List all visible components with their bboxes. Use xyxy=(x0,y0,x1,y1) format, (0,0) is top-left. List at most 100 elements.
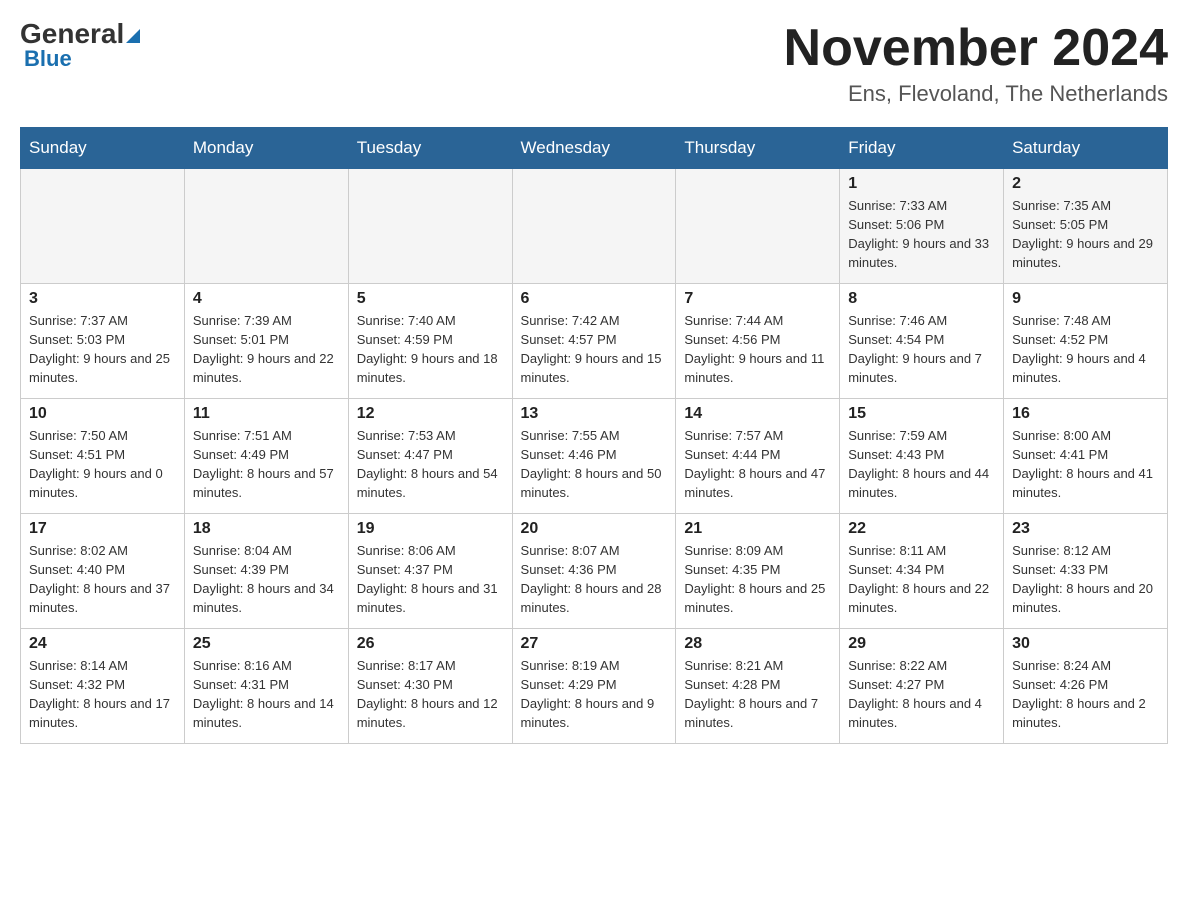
calendar-cell: 9 Sunrise: 7:48 AM Sunset: 4:52 PM Daylig… xyxy=(1004,284,1168,399)
calendar-cell: 8 Sunrise: 7:46 AM Sunset: 4:54 PM Daylig… xyxy=(840,284,1004,399)
day-info: Sunrise: 7:37 AM Sunset: 5:03 PM Dayligh… xyxy=(29,312,176,387)
day-number: 3 xyxy=(29,290,176,308)
calendar-cell: 27 Sunrise: 8:19 AM Sunset: 4:29 PM Dayli… xyxy=(512,629,676,744)
day-number: 11 xyxy=(193,405,340,423)
day-info: Sunrise: 8:11 AM Sunset: 4:34 PM Dayligh… xyxy=(848,542,995,617)
calendar-cell xyxy=(676,169,840,284)
calendar-week-4: 17 Sunrise: 8:02 AM Sunset: 4:40 PM Dayli… xyxy=(21,514,1168,629)
day-number: 19 xyxy=(357,520,504,538)
day-number: 6 xyxy=(521,290,668,308)
calendar-cell xyxy=(184,169,348,284)
day-number: 24 xyxy=(29,635,176,653)
logo: General Blue xyxy=(20,20,140,72)
day-info: Sunrise: 7:57 AM Sunset: 4:44 PM Dayligh… xyxy=(684,427,831,502)
day-number: 27 xyxy=(521,635,668,653)
day-number: 16 xyxy=(1012,405,1159,423)
day-number: 1 xyxy=(848,175,995,193)
day-info: Sunrise: 8:14 AM Sunset: 4:32 PM Dayligh… xyxy=(29,657,176,732)
column-header-saturday: Saturday xyxy=(1004,128,1168,169)
day-number: 8 xyxy=(848,290,995,308)
day-info: Sunrise: 8:21 AM Sunset: 4:28 PM Dayligh… xyxy=(684,657,831,732)
day-info: Sunrise: 8:24 AM Sunset: 4:26 PM Dayligh… xyxy=(1012,657,1159,732)
day-info: Sunrise: 7:39 AM Sunset: 5:01 PM Dayligh… xyxy=(193,312,340,387)
day-number: 26 xyxy=(357,635,504,653)
calendar-week-5: 24 Sunrise: 8:14 AM Sunset: 4:32 PM Dayli… xyxy=(21,629,1168,744)
day-info: Sunrise: 8:04 AM Sunset: 4:39 PM Dayligh… xyxy=(193,542,340,617)
calendar-cell: 12 Sunrise: 7:53 AM Sunset: 4:47 PM Dayli… xyxy=(348,399,512,514)
column-header-monday: Monday xyxy=(184,128,348,169)
calendar-cell: 19 Sunrise: 8:06 AM Sunset: 4:37 PM Dayli… xyxy=(348,514,512,629)
column-header-friday: Friday xyxy=(840,128,1004,169)
calendar-cell: 18 Sunrise: 8:04 AM Sunset: 4:39 PM Dayli… xyxy=(184,514,348,629)
day-number: 9 xyxy=(1012,290,1159,308)
calendar-cell xyxy=(21,169,185,284)
calendar-week-1: 1 Sunrise: 7:33 AM Sunset: 5:06 PM Daylig… xyxy=(21,169,1168,284)
calendar-cell: 23Sunrise: 8:12 AM Sunset: 4:33 PM Dayli… xyxy=(1004,514,1168,629)
day-number: 7 xyxy=(684,290,831,308)
calendar-week-2: 3 Sunrise: 7:37 AM Sunset: 5:03 PM Daylig… xyxy=(21,284,1168,399)
title-section: November 2024 Ens, Flevoland, The Nether… xyxy=(784,20,1168,107)
day-number: 4 xyxy=(193,290,340,308)
day-info: Sunrise: 7:40 AM Sunset: 4:59 PM Dayligh… xyxy=(357,312,504,387)
day-info: Sunrise: 8:09 AM Sunset: 4:35 PM Dayligh… xyxy=(684,542,831,617)
calendar-week-3: 10Sunrise: 7:50 AM Sunset: 4:51 PM Dayli… xyxy=(21,399,1168,514)
calendar-cell: 21 Sunrise: 8:09 AM Sunset: 4:35 PM Dayli… xyxy=(676,514,840,629)
day-number: 12 xyxy=(357,405,504,423)
calendar-cell: 15Sunrise: 7:59 AM Sunset: 4:43 PM Dayli… xyxy=(840,399,1004,514)
column-header-wednesday: Wednesday xyxy=(512,128,676,169)
day-number: 28 xyxy=(684,635,831,653)
day-info: Sunrise: 8:00 AM Sunset: 4:41 PM Dayligh… xyxy=(1012,427,1159,502)
calendar-cell: 16 Sunrise: 8:00 AM Sunset: 4:41 PM Dayli… xyxy=(1004,399,1168,514)
day-info: Sunrise: 7:46 AM Sunset: 4:54 PM Dayligh… xyxy=(848,312,995,387)
calendar-cell: 22Sunrise: 8:11 AM Sunset: 4:34 PM Dayli… xyxy=(840,514,1004,629)
day-number: 14 xyxy=(684,405,831,423)
column-header-thursday: Thursday xyxy=(676,128,840,169)
day-number: 25 xyxy=(193,635,340,653)
page-header: General Blue November 2024 Ens, Flevolan… xyxy=(20,20,1168,107)
day-number: 23 xyxy=(1012,520,1159,538)
location-subtitle: Ens, Flevoland, The Netherlands xyxy=(784,81,1168,107)
day-info: Sunrise: 8:17 AM Sunset: 4:30 PM Dayligh… xyxy=(357,657,504,732)
day-info: Sunrise: 8:02 AM Sunset: 4:40 PM Dayligh… xyxy=(29,542,176,617)
day-info: Sunrise: 7:44 AM Sunset: 4:56 PM Dayligh… xyxy=(684,312,831,387)
day-info: Sunrise: 8:06 AM Sunset: 4:37 PM Dayligh… xyxy=(357,542,504,617)
column-header-tuesday: Tuesday xyxy=(348,128,512,169)
calendar-cell xyxy=(512,169,676,284)
calendar-cell: 13 Sunrise: 7:55 AM Sunset: 4:46 PM Dayli… xyxy=(512,399,676,514)
calendar-cell xyxy=(348,169,512,284)
calendar-cell: 17 Sunrise: 8:02 AM Sunset: 4:40 PM Dayli… xyxy=(21,514,185,629)
day-number: 20 xyxy=(521,520,668,538)
day-info: Sunrise: 7:55 AM Sunset: 4:46 PM Dayligh… xyxy=(521,427,668,502)
calendar-cell: 3 Sunrise: 7:37 AM Sunset: 5:03 PM Daylig… xyxy=(21,284,185,399)
day-info: Sunrise: 7:48 AM Sunset: 4:52 PM Dayligh… xyxy=(1012,312,1159,387)
day-info: Sunrise: 8:19 AM Sunset: 4:29 PM Dayligh… xyxy=(521,657,668,732)
calendar-cell: 26 Sunrise: 8:17 AM Sunset: 4:30 PM Dayli… xyxy=(348,629,512,744)
logo-general: General xyxy=(20,18,124,49)
day-number: 29 xyxy=(848,635,995,653)
calendar-cell: 11 Sunrise: 7:51 AM Sunset: 4:49 PM Dayli… xyxy=(184,399,348,514)
day-info: Sunrise: 7:59 AM Sunset: 4:43 PM Dayligh… xyxy=(848,427,995,502)
calendar-cell: 4 Sunrise: 7:39 AM Sunset: 5:01 PM Daylig… xyxy=(184,284,348,399)
day-number: 21 xyxy=(684,520,831,538)
day-info: Sunrise: 7:33 AM Sunset: 5:06 PM Dayligh… xyxy=(848,197,995,272)
day-info: Sunrise: 8:22 AM Sunset: 4:27 PM Dayligh… xyxy=(848,657,995,732)
day-number: 5 xyxy=(357,290,504,308)
calendar-cell: 7 Sunrise: 7:44 AM Sunset: 4:56 PM Daylig… xyxy=(676,284,840,399)
day-number: 13 xyxy=(521,405,668,423)
day-number: 17 xyxy=(29,520,176,538)
day-number: 30 xyxy=(1012,635,1159,653)
calendar-cell: 5 Sunrise: 7:40 AM Sunset: 4:59 PM Daylig… xyxy=(348,284,512,399)
calendar-cell: 1 Sunrise: 7:33 AM Sunset: 5:06 PM Daylig… xyxy=(840,169,1004,284)
day-info: Sunrise: 7:53 AM Sunset: 4:47 PM Dayligh… xyxy=(357,427,504,502)
calendar-cell: 14 Sunrise: 7:57 AM Sunset: 4:44 PM Dayli… xyxy=(676,399,840,514)
calendar-cell: 2Sunrise: 7:35 AM Sunset: 5:05 PM Daylig… xyxy=(1004,169,1168,284)
day-info: Sunrise: 8:16 AM Sunset: 4:31 PM Dayligh… xyxy=(193,657,340,732)
day-info: Sunrise: 7:51 AM Sunset: 4:49 PM Dayligh… xyxy=(193,427,340,502)
day-info: Sunrise: 8:07 AM Sunset: 4:36 PM Dayligh… xyxy=(521,542,668,617)
day-number: 18 xyxy=(193,520,340,538)
calendar-cell: 6Sunrise: 7:42 AM Sunset: 4:57 PM Daylig… xyxy=(512,284,676,399)
calendar-header-row: SundayMondayTuesdayWednesdayThursdayFrid… xyxy=(21,128,1168,169)
calendar-cell: 28 Sunrise: 8:21 AM Sunset: 4:28 PM Dayli… xyxy=(676,629,840,744)
day-info: Sunrise: 7:50 AM Sunset: 4:51 PM Dayligh… xyxy=(29,427,176,502)
calendar-table: SundayMondayTuesdayWednesdayThursdayFrid… xyxy=(20,127,1168,744)
